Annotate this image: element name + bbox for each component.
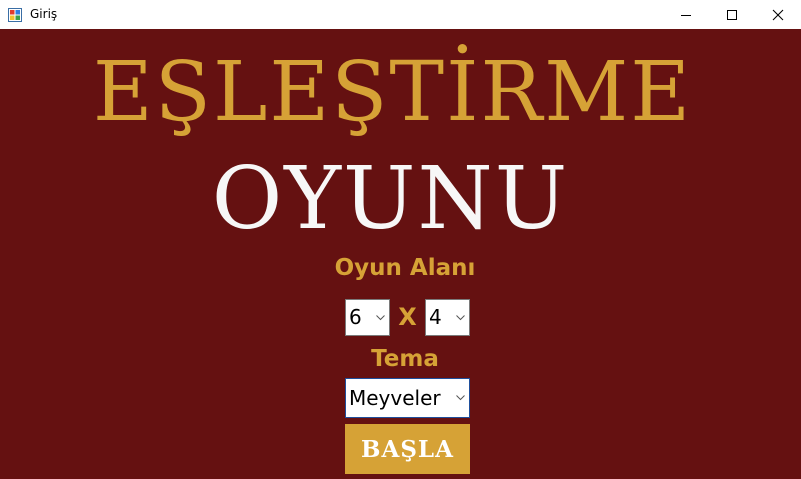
columns-dropdown[interactable]: 4 [425, 299, 470, 336]
app-window: Giriş EŞLEŞTİRME OYUNU Oyun Alanı 6 X 4 … [0, 0, 801, 479]
game-title-line1: EŞLEŞTİRME [92, 45, 693, 140]
start-button[interactable]: BAŞLA [345, 424, 470, 474]
board-size-label: Oyun Alanı [334, 255, 476, 281]
theme-dropdown[interactable]: Meyveler [345, 378, 470, 418]
chevron-down-icon [454, 300, 466, 335]
chevron-down-icon [454, 379, 466, 417]
theme-dropdown-value: Meyveler [349, 386, 441, 410]
app-icon [8, 7, 22, 22]
minimize-button[interactable] [663, 0, 709, 29]
maximize-icon [727, 9, 737, 20]
window-title: Giriş [30, 7, 58, 21]
title-bar[interactable]: Giriş [0, 0, 801, 29]
rows-dropdown[interactable]: 6 [345, 299, 390, 336]
form-client-area: EŞLEŞTİRME OYUNU Oyun Alanı 6 X 4 Tema M… [0, 29, 801, 479]
game-title-line2: OYUNU [211, 149, 570, 249]
close-button[interactable] [755, 0, 801, 29]
close-icon [772, 9, 784, 20]
chevron-down-icon [374, 300, 386, 335]
maximize-button[interactable] [709, 0, 755, 29]
theme-label: Tema [371, 346, 439, 372]
minimize-icon [681, 14, 691, 16]
rows-dropdown-value: 6 [349, 305, 362, 329]
columns-dropdown-value: 4 [429, 305, 442, 329]
board-size-separator: X [398, 303, 417, 331]
